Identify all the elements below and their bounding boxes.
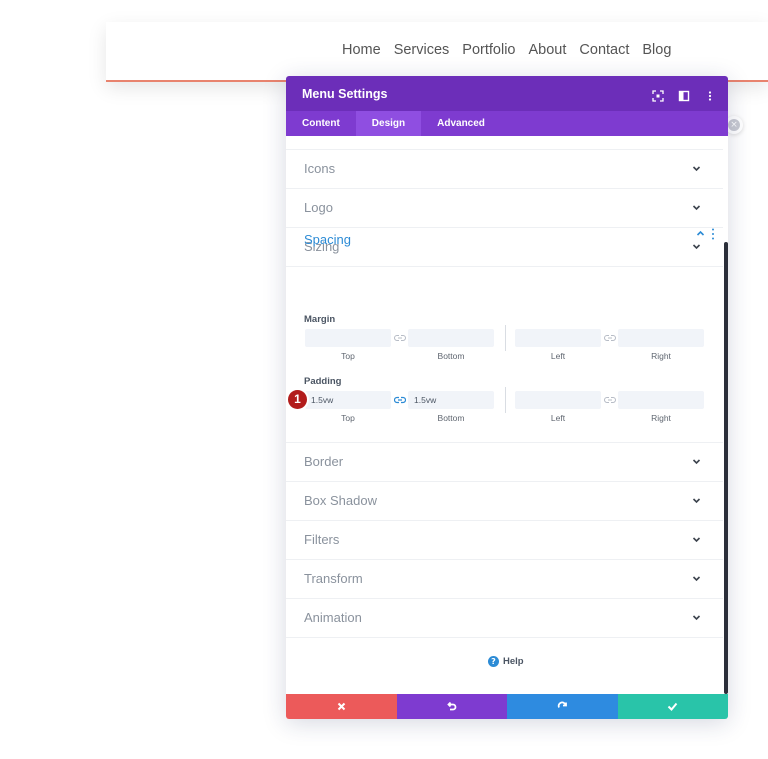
cancel-button[interactable] (286, 694, 397, 719)
redo-icon (557, 701, 567, 708)
margin-right-input[interactable] (618, 329, 704, 347)
site-header: Home Services Portfolio About Contact Bl… (106, 22, 768, 82)
modal-footer (286, 694, 728, 719)
section-label: Icons (304, 161, 336, 176)
margin-bottom-input[interactable] (408, 329, 494, 347)
modal-header: Menu Settings (286, 76, 728, 111)
chevron-down-icon (692, 537, 701, 543)
sub-label-top: Top (341, 351, 355, 361)
chevron-down-icon (692, 459, 701, 465)
nav-portfolio[interactable]: Portfolio (462, 42, 515, 58)
chevron-down-icon (692, 166, 701, 172)
section-label: Filters (304, 532, 340, 547)
chevron-down-icon (692, 244, 701, 250)
menu-settings-modal: Menu Settings Content Design Advanced Ic… (286, 76, 728, 719)
section-icons[interactable]: Icons (286, 150, 723, 189)
section-label: Box Shadow (304, 493, 377, 508)
save-button[interactable] (617, 694, 728, 719)
link-icon[interactable] (394, 334, 406, 342)
margin-top-input[interactable] (305, 329, 391, 347)
check-icon (668, 702, 678, 711)
settings-content: Icons Logo Sizing Spacing Margin Top Bot… (286, 136, 723, 694)
section-filters[interactable]: Filters (286, 521, 723, 560)
divider (505, 325, 506, 351)
sub-label-right: Right (651, 351, 671, 361)
link-icon[interactable] (604, 396, 616, 404)
chevron-down-icon (692, 498, 701, 504)
modal-tabs: Content Design Advanced (286, 111, 728, 136)
nav-services[interactable]: Services (394, 42, 450, 58)
undo-button[interactable] (396, 694, 507, 719)
section-label: Logo (304, 200, 333, 215)
tab-advanced[interactable]: Advanced (421, 111, 501, 136)
spacing-title[interactable]: Spacing (304, 232, 351, 247)
nav-contact[interactable]: Contact (579, 42, 629, 58)
header-icons (652, 87, 716, 102)
site-nav: Home Services Portfolio About Contact Bl… (342, 42, 671, 58)
padding-bottom-input[interactable]: 1.5vw (408, 391, 494, 409)
sub-label-left: Left (550, 413, 566, 423)
chevron-down-icon (692, 205, 701, 211)
sub-label-right: Right (651, 413, 671, 423)
margin-left-input[interactable] (515, 329, 601, 347)
padding-label: Padding (304, 376, 342, 387)
more-options-icon[interactable] (704, 87, 716, 101)
tab-design[interactable]: Design (355, 111, 422, 136)
sub-label-top: Top (341, 413, 355, 423)
modal-title: Menu Settings (302, 86, 388, 101)
nav-home[interactable]: Home (342, 42, 381, 58)
section-border[interactable]: Border (286, 443, 723, 482)
section-box-shadow[interactable]: Box Shadow (286, 482, 723, 521)
fullscreen-icon[interactable] (652, 87, 664, 102)
chevron-up-icon[interactable] (696, 229, 705, 237)
section-label: Border (304, 454, 344, 469)
help-icon: ? (488, 656, 499, 667)
step-number-badge: 1 (288, 390, 307, 409)
link-icon-active[interactable] (394, 396, 406, 404)
scrollbar[interactable] (724, 242, 728, 694)
margin-label: Margin (304, 314, 336, 325)
section-divider (286, 136, 723, 150)
sub-label-bottom: Bottom (437, 351, 465, 361)
split-view-icon[interactable] (678, 87, 690, 102)
tab-content[interactable]: Content (286, 111, 356, 136)
section-logo[interactable]: Logo (286, 189, 723, 228)
redo-button[interactable] (507, 694, 618, 719)
undo-icon (447, 701, 457, 711)
help-link[interactable]: ? Help (488, 656, 524, 667)
padding-left-input[interactable] (515, 391, 601, 409)
help-label: Help (503, 656, 524, 667)
sub-label-bottom: Bottom (437, 413, 465, 423)
link-icon[interactable] (604, 334, 616, 342)
chevron-down-icon (692, 576, 701, 582)
padding-top-input[interactable]: 1.5vw (305, 391, 391, 409)
close-icon (337, 702, 345, 711)
padding-right-input[interactable] (618, 391, 704, 409)
more-options-icon[interactable] (711, 227, 715, 241)
chevron-down-icon (692, 615, 701, 621)
section-sizing[interactable]: Sizing (286, 228, 723, 267)
sub-label-left: Left (550, 351, 566, 361)
section-transform[interactable]: Transform (286, 560, 723, 599)
nav-about[interactable]: About (529, 42, 567, 58)
close-icon: × (728, 119, 740, 131)
section-animation[interactable]: Animation (286, 599, 723, 638)
divider (505, 387, 506, 413)
section-label: Transform (304, 571, 363, 586)
section-label: Animation (304, 610, 362, 625)
nav-blog[interactable]: Blog (642, 42, 671, 58)
